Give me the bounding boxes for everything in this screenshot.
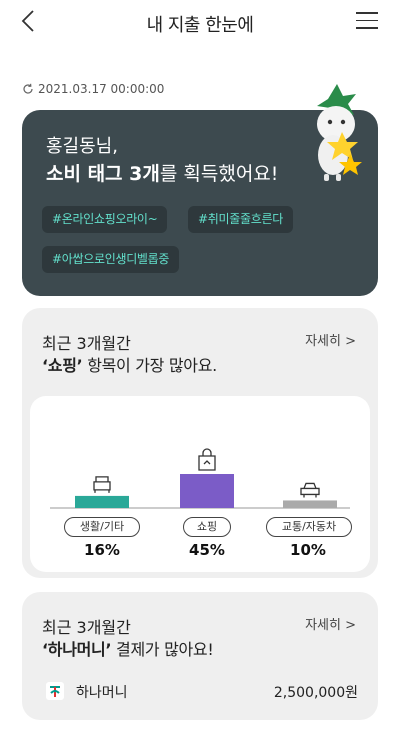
payment-method-row[interactable]: 하나머니 2,500,000원 [42,680,358,702]
tag-chip[interactable]: #아쌉으로인생디벨롭중 [42,246,180,273]
category-percent: 45% [189,541,225,559]
car-icon [300,482,320,498]
category-percent: 16% [84,541,120,559]
bar-2[interactable] [180,474,234,508]
category-headline: ‘쇼핑’ 항목이 가장 많아요. [42,356,217,375]
last-updated: 2021.03.17 00:00:00 [22,82,164,96]
app-header: 내 지출 한눈에 [0,0,400,44]
hamburger-menu-icon[interactable] [356,12,378,30]
hana-logo-icon [46,682,64,700]
payment-detail-link[interactable]: 자세히 > [305,614,356,633]
category-percent: 10% [290,541,326,559]
mascot-character-icon [317,84,362,181]
greeting-text: 홍길동님, [46,136,118,157]
bar-3[interactable] [283,500,337,508]
category-detail-link[interactable]: 자세히 > [305,330,356,349]
page-title: 내 지출 한눈에 [146,15,254,36]
tag-chip[interactable]: #취미줄줄흐른다 [188,206,293,233]
tag-headline: 소비 태그 3개를 획득했어요! [46,163,279,185]
sofa-icon [93,476,111,493]
timestamp-text: 2021.03.17 00:00:00 [38,82,165,96]
category-label: 교통/자동차 [266,517,352,537]
spending-tag-card: 홍길동님, 소비 태그 3개를 획득했어요! #온라인쇼핑오라이~ #취미줄줄흐… [22,84,378,296]
payment-headline: ‘하나머니’ 결제가 많아요! [42,640,214,659]
tag-chip[interactable]: #온라인쇼핑오라이~ [42,206,168,233]
category-summary-card: 최근 3개월간 ‘쇼핑’ 항목이 가장 많아요. 자세히 > 생활/기타 쇼핑 … [22,308,378,578]
payment-method-card: 최근 3개월간 ‘하나머니’ 결제가 많아요! 자세히 > 하나머니 2,500… [22,592,378,720]
category-label: 쇼핑 [183,517,231,537]
period-label: 최근 3개월간 [42,334,131,353]
refresh-icon[interactable] [22,83,34,95]
bar-1[interactable] [75,495,129,508]
shopping-bag-icon [198,448,216,471]
period-label: 최근 3개월간 [42,618,131,637]
category-chart: 생활/기타 쇼핑 교통/자동차 16% 45% 10% [30,396,370,572]
category-label: 생활/기타 [64,517,140,537]
payment-method-name: 하나머니 [76,685,128,701]
payment-amount: 2,500,000원 [273,685,358,701]
